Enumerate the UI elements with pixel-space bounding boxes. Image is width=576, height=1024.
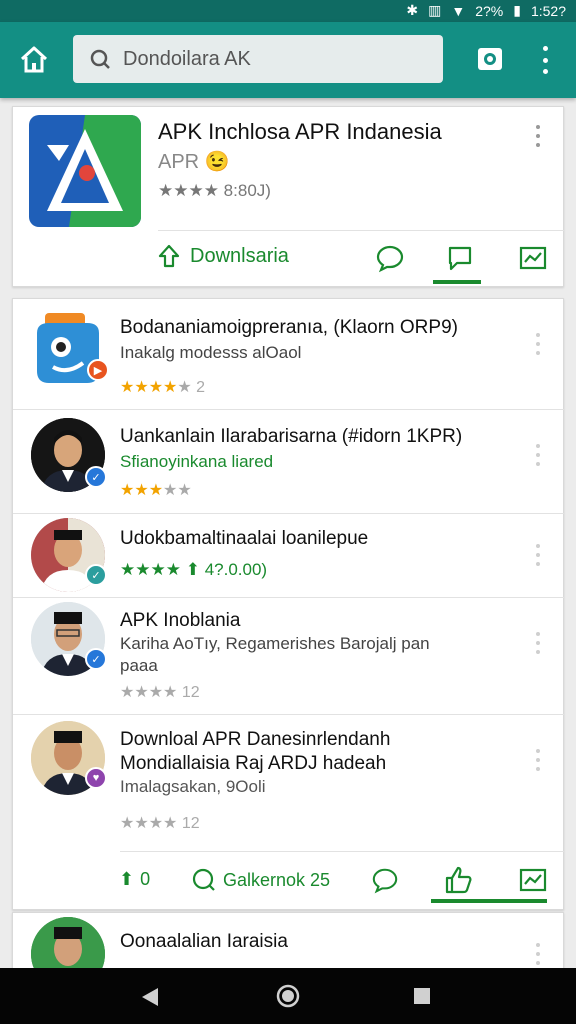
home-nav-icon[interactable] <box>276 984 300 1008</box>
item-more-icon[interactable] <box>535 444 541 466</box>
item-subtitle: Sfianoyinkana liared <box>120 452 274 471</box>
item-rating: ★★★★★ 2 <box>120 379 206 396</box>
card-more-icon[interactable] <box>535 125 541 147</box>
item-subtitle: Inakalg modesss alOaol <box>120 343 302 362</box>
item-title: APK Inoblania <box>120 610 241 631</box>
featured-app-card[interactable]: APK Inchlosa APR Indanesia APR 😉 ★★★★ 8:… <box>12 106 565 287</box>
item-title: Uankanlain Ilarabarisarna (#idorn 1KPR) <box>120 426 463 447</box>
results-list: ▶ Bodananiamoigpreranıa, (Klaorn ORP9) I… <box>12 298 565 911</box>
item-subtitle-line2: paaa <box>120 656 158 675</box>
more-vert-icon[interactable] <box>535 46 555 74</box>
download-label: Downlsaria <box>190 244 289 267</box>
item-more-icon[interactable] <box>535 632 541 654</box>
download-button[interactable]: Downlsaria <box>156 243 289 269</box>
item-subtitle: Kariha AoTıy, Regamerishes Barojalj pan <box>120 634 430 653</box>
active-tab-indicator <box>433 280 481 284</box>
list-item[interactable]: ✓ Uankanlain Ilarabarisarna (#idorn 1KPR… <box>13 410 565 514</box>
recents-icon[interactable] <box>413 987 431 1005</box>
trending-icon[interactable] <box>518 865 548 895</box>
item-title: Oonaalalian Iaraisia <box>120 931 288 952</box>
divider <box>120 851 565 852</box>
item-subtitle: Imalagsakan, 9Ooli <box>120 777 266 796</box>
vibrate-icon: ▥ <box>428 2 442 18</box>
trending-icon[interactable] <box>518 243 548 273</box>
item-more-icon[interactable] <box>535 544 541 566</box>
download-icon <box>158 244 180 268</box>
chat-icon[interactable] <box>445 243 475 273</box>
upvote-count: 0 <box>140 869 151 889</box>
camera-icon[interactable] <box>475 44 505 74</box>
verified-badge: ▶ <box>87 359 109 381</box>
bluetooth-icon: ✱ <box>406 2 419 18</box>
app-title: APK Inchlosa APR Indanesia <box>158 119 442 144</box>
battery-percent: 2?% <box>475 2 504 19</box>
comments-label: Galkernok 25 <box>223 869 331 890</box>
home-icon[interactable] <box>18 44 50 76</box>
item-title-line2: Mondiallaisia Raj ARDJ hadeah <box>120 753 387 774</box>
list-item[interactable]: ▶ Bodananiamoigpreranıa, (Klaorn ORP9) I… <box>13 299 565 410</box>
verified-badge: ✓ <box>85 648 107 670</box>
app-rating: ★★★★ 8:80J) <box>158 181 271 200</box>
app-bar: Dondoilara AK <box>0 22 576 98</box>
item-rating: ★★★★ ⬆ 4?.0.00) <box>120 560 268 579</box>
verified-badge: ✓ <box>85 564 107 586</box>
system-nav-bar <box>0 968 576 1024</box>
divider <box>158 230 565 231</box>
search-query: Dondoilara AK <box>123 47 251 70</box>
item-rating: ★★★★★ <box>120 482 192 499</box>
app-subtitle: APR 😉 <box>158 151 230 173</box>
comment-icon[interactable] <box>375 243 405 273</box>
item-actions: ⬆ 0 Galkernok 25 <box>13 851 565 911</box>
item-more-icon[interactable] <box>535 749 541 771</box>
active-tab-indicator <box>431 899 547 903</box>
item-rating: ★★★★ 12 <box>120 684 200 701</box>
back-icon[interactable] <box>140 986 160 1008</box>
item-more-icon[interactable] <box>535 943 541 965</box>
item-title: Udokbamaltinaalai loanilepue <box>120 528 369 549</box>
chat-icon[interactable] <box>371 866 401 896</box>
list-item[interactable]: ♥ Downloal APR Danesinrlendanh Mondialla… <box>13 715 565 851</box>
wifi-icon: ▼ <box>451 2 466 19</box>
list-item[interactable]: Oonaalalian Iaraisia <box>12 912 564 991</box>
comments-button[interactable]: Galkernok 25 <box>191 867 330 893</box>
verified-badge: ✓ <box>85 466 107 488</box>
upvote-button[interactable]: ⬆ 0 <box>119 869 150 890</box>
app-logo <box>29 115 141 227</box>
search-input[interactable]: Dondoilara AK <box>73 35 443 83</box>
comment-icon <box>192 868 215 891</box>
status-bar: ✱ ▥ ▼ 2?% ▮ 1:52? <box>0 0 576 22</box>
battery-icon: ▮ <box>513 2 521 18</box>
upvote-icon: ⬆ <box>119 869 135 889</box>
verified-badge: ♥ <box>85 767 107 789</box>
list-item[interactable]: ✓ Udokbamaltinaalai loanilepue ★★★★ ⬆ 4?… <box>13 514 565 598</box>
item-rating: ★★★★ 12 <box>120 815 200 832</box>
search-icon <box>90 49 110 69</box>
item-more-icon[interactable] <box>535 333 541 355</box>
clock: 1:52? <box>530 2 566 19</box>
like-icon[interactable] <box>443 865 473 895</box>
item-title: Downloal APR Danesinrlendanh <box>120 729 391 750</box>
list-item[interactable]: ✓ APK Inoblania Kariha AoTıy, Regamerish… <box>13 598 565 715</box>
item-title: Bodananiamoigpreranıa, (Klaorn ORP9) <box>120 317 458 338</box>
